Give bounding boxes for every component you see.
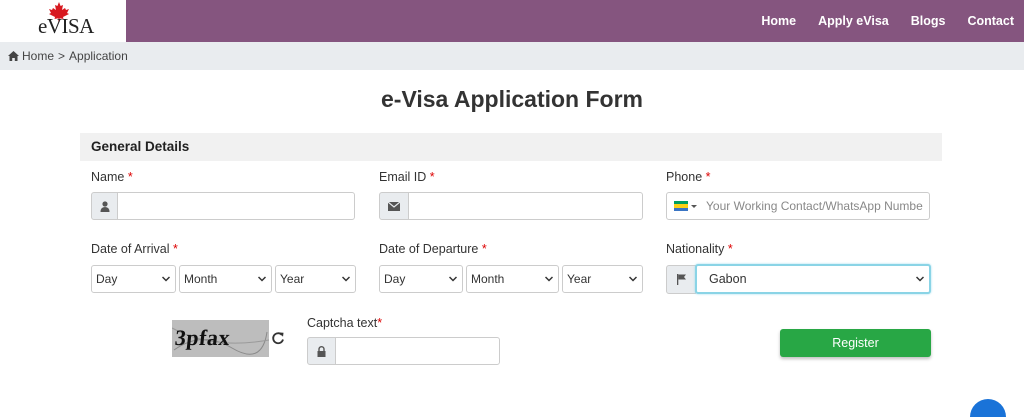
arrival-day-value: Day bbox=[96, 272, 118, 286]
arrival-day-select[interactable]: Day bbox=[91, 265, 176, 293]
phone-label-text: Phone bbox=[666, 170, 703, 184]
captcha-label: Captcha text* bbox=[307, 316, 382, 330]
arrival-month-value: Month bbox=[184, 272, 218, 286]
chevron-down-icon bbox=[342, 276, 350, 282]
user-icon bbox=[100, 200, 109, 212]
departure-day-select[interactable]: Day bbox=[379, 265, 463, 293]
email-input[interactable] bbox=[408, 192, 643, 220]
captcha-text: 3pfax bbox=[173, 325, 232, 350]
nav-home[interactable]: Home bbox=[761, 14, 796, 28]
departure-month-select[interactable]: Month bbox=[466, 265, 559, 293]
required-mark: * bbox=[377, 316, 383, 330]
arrival-year-value: Year bbox=[280, 272, 305, 286]
section-title: General Details bbox=[80, 133, 942, 161]
logo-text: eVISA bbox=[38, 14, 94, 38]
required-mark: * bbox=[705, 170, 711, 184]
nationality-addon bbox=[666, 265, 696, 294]
captcha-label-text: Captcha text bbox=[307, 316, 378, 330]
country-dropdown-arrow[interactable] bbox=[691, 205, 697, 208]
chevron-down-icon bbox=[629, 276, 637, 282]
captcha-image: 3pfax bbox=[172, 320, 269, 357]
envelope-icon bbox=[388, 201, 400, 211]
required-mark: * bbox=[429, 170, 435, 184]
required-mark: * bbox=[127, 170, 133, 184]
departure-year-select[interactable]: Year bbox=[562, 265, 643, 293]
page-title: e-Visa Application Form bbox=[381, 86, 643, 112]
gabon-flag-icon[interactable] bbox=[674, 201, 688, 211]
phone-label: Phone * bbox=[666, 170, 711, 184]
logo[interactable]: eVISA bbox=[0, 0, 126, 42]
nav-apply-evisa[interactable]: Apply eVisa bbox=[818, 14, 889, 28]
chevron-down-icon bbox=[545, 276, 553, 282]
chevron-down-icon bbox=[916, 276, 924, 282]
email-label-text: Email ID bbox=[379, 170, 427, 184]
email-addon bbox=[379, 192, 409, 220]
departure-label: Date of Departure * bbox=[379, 242, 487, 256]
breadcrumb-home-link[interactable]: Home bbox=[22, 49, 54, 63]
chevron-down-icon bbox=[449, 276, 457, 282]
breadcrumb-current: Application bbox=[69, 49, 128, 63]
main-nav: Home Apply eVisa Blogs Contact bbox=[761, 0, 1024, 42]
arrival-label: Date of Arrival * bbox=[91, 242, 178, 256]
register-button[interactable]: Register bbox=[780, 329, 931, 357]
arrival-month-select[interactable]: Month bbox=[179, 265, 272, 293]
captcha-input[interactable] bbox=[335, 337, 500, 365]
refresh-icon[interactable] bbox=[271, 331, 285, 345]
breadcrumb: Home > Application bbox=[0, 42, 1024, 70]
nationality-label: Nationality * bbox=[666, 242, 733, 256]
departure-month-value: Month bbox=[471, 272, 505, 286]
required-mark: * bbox=[481, 242, 487, 256]
nationality-value: Gabon bbox=[709, 272, 747, 286]
home-icon bbox=[8, 51, 19, 61]
name-label-text: Name bbox=[91, 170, 125, 184]
phone-input[interactable]: Your Working Contact/WhatsApp Numbe bbox=[666, 192, 930, 220]
email-label: Email ID * bbox=[379, 170, 435, 184]
breadcrumb-separator: > bbox=[58, 49, 66, 63]
nationality-select[interactable]: Gabon bbox=[695, 264, 931, 294]
name-addon bbox=[91, 192, 118, 220]
nav-blogs[interactable]: Blogs bbox=[911, 14, 946, 28]
chat-icon[interactable] bbox=[970, 399, 1006, 417]
departure-year-value: Year bbox=[567, 272, 592, 286]
departure-label-text: Date of Departure bbox=[379, 242, 479, 256]
top-header: eVISA Home Apply eVisa Blogs Contact bbox=[0, 0, 1024, 42]
phone-placeholder: Your Working Contact/WhatsApp Numbe bbox=[706, 199, 923, 213]
required-mark: * bbox=[173, 242, 178, 256]
lock-icon bbox=[317, 345, 326, 357]
required-mark: * bbox=[727, 242, 733, 256]
name-label: Name * bbox=[91, 170, 133, 184]
arrival-year-select[interactable]: Year bbox=[275, 265, 356, 293]
chevron-down-icon bbox=[258, 276, 266, 282]
nationality-label-text: Nationality bbox=[666, 242, 725, 256]
name-input[interactable] bbox=[117, 192, 355, 220]
chevron-down-icon bbox=[162, 276, 170, 282]
captcha-addon bbox=[307, 337, 336, 365]
flag-icon bbox=[676, 274, 686, 285]
departure-day-value: Day bbox=[384, 272, 406, 286]
nav-contact[interactable]: Contact bbox=[967, 14, 1014, 28]
arrival-label-text: Date of Arrival bbox=[91, 242, 170, 256]
